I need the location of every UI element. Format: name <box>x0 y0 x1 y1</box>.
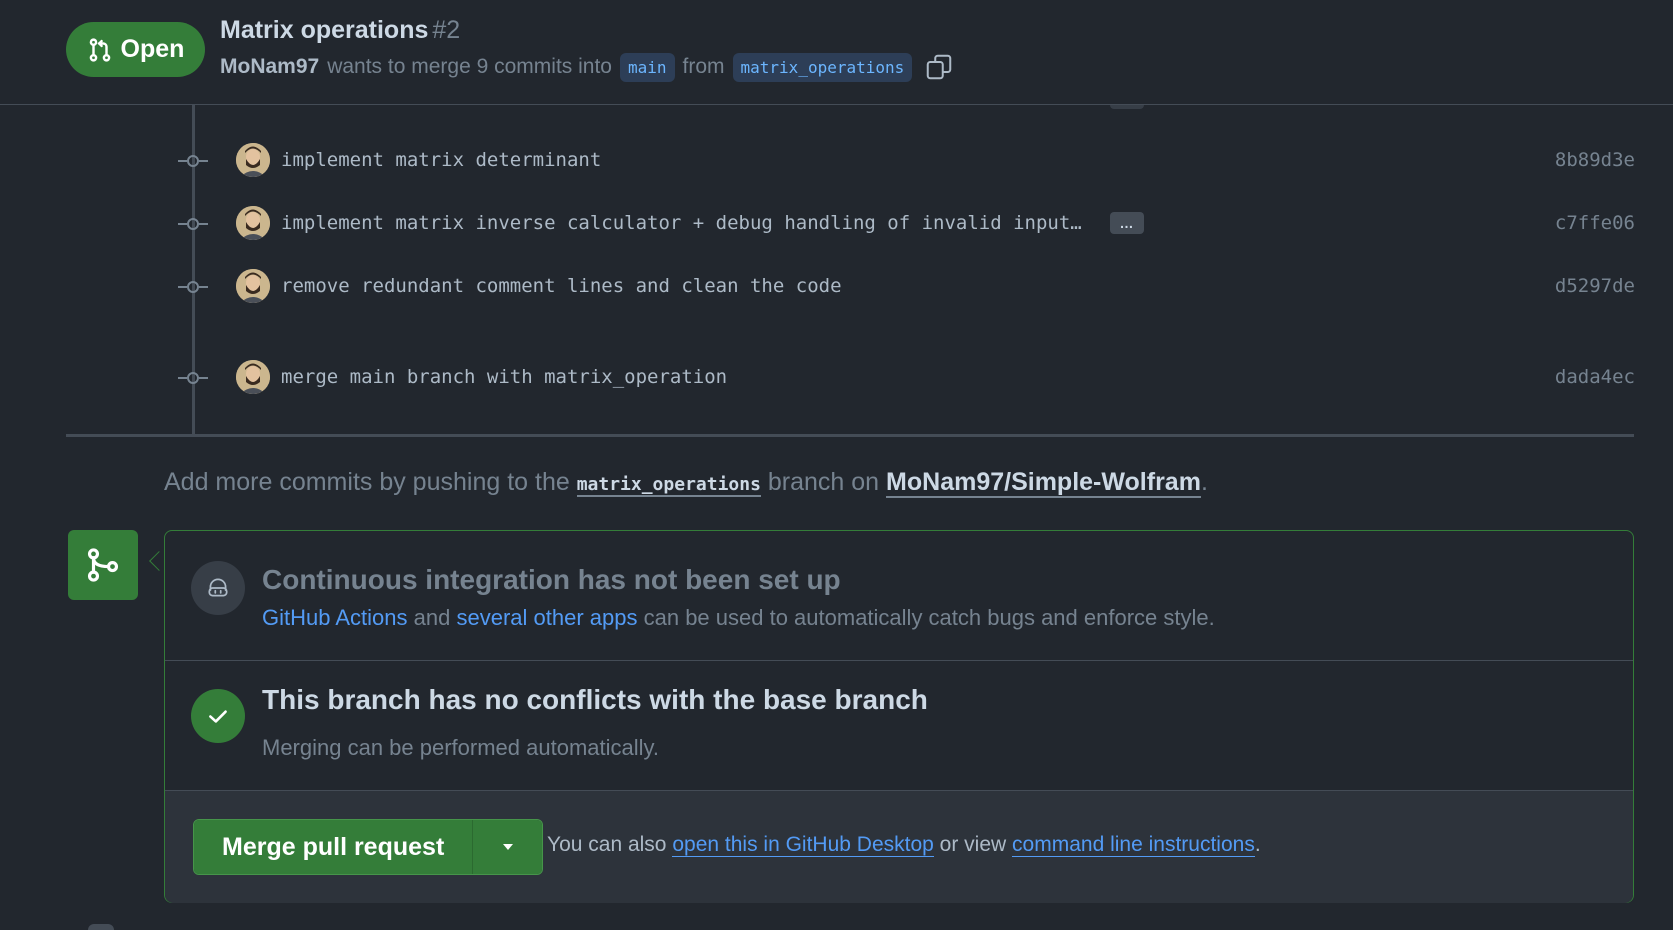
commits-divider <box>66 434 1634 437</box>
ci-section: Continuous integration has not been set … <box>165 531 1633 661</box>
avatar[interactable] <box>236 143 270 177</box>
conflicts-status-circle <box>191 689 245 743</box>
other-apps-link[interactable]: several other apps <box>456 605 637 630</box>
triangle-down-icon <box>502 844 513 850</box>
ci-status-circle <box>191 561 245 615</box>
git-commit-icon <box>178 155 208 167</box>
push-hint-branch-link[interactable]: matrix_operations <box>576 474 761 497</box>
repo-link[interactable]: MoNam97/Simple-Wolfram <box>886 468 1201 498</box>
git-commit-icon <box>178 281 208 293</box>
base-branch-chip[interactable]: main <box>619 52 675 82</box>
push-hint-prefix: Add more commits by pushing to the <box>164 468 570 496</box>
pr-state-badge: Open <box>66 22 205 77</box>
commits-timeline: implement matrix determinant 8b89d3e imp… <box>0 105 1673 435</box>
git-commit-icon <box>178 372 208 384</box>
conflicts-subtitle: Merging can be performed automatically. <box>262 735 660 760</box>
avatar-image <box>236 206 270 240</box>
partial-ellipsis-button <box>1110 105 1144 109</box>
command-line-instructions-link[interactable]: command line instructions <box>1012 833 1255 857</box>
commit-sha-link[interactable]: dada4ec <box>1555 366 1635 388</box>
pr-sticky-header: Open Matrix operations #2 MoNam97 wants t… <box>0 0 1673 105</box>
avatar-image <box>236 360 270 394</box>
check-icon <box>209 710 227 723</box>
commit-message-link[interactable]: implement matrix inverse calculator + de… <box>281 212 1082 234</box>
git-commit-icon <box>178 218 208 230</box>
expand-commit-message-button[interactable]: … <box>1110 212 1144 234</box>
also-text: You can also open this in GitHub Desktop… <box>547 833 1261 857</box>
commit-row: implement matrix inverse calculator + de… <box>0 204 1673 244</box>
push-hint-suffix: . <box>1200 468 1208 496</box>
commit-row: remove redundant comment lines and clean… <box>0 267 1673 307</box>
pr-state-label: Open <box>120 35 185 63</box>
conflicts-heading: This branch has no conflicts with the ba… <box>262 684 928 715</box>
merge-pull-request-button[interactable]: Merge pull request <box>194 820 473 874</box>
avatar <box>88 924 114 930</box>
commit-row: merge main branch with matrix_operation … <box>0 358 1673 398</box>
pr-number: #2 <box>432 16 461 44</box>
commit-row: implement matrix determinant 8b89d3e <box>0 141 1673 181</box>
also-suffix: . <box>1254 833 1261 856</box>
also-prefix: You can also <box>547 833 667 856</box>
conflicts-section: This branch has no conflicts with the ba… <box>165 661 1633 791</box>
copy-icon[interactable] <box>924 52 954 82</box>
avatar-image <box>236 269 270 303</box>
push-hint-middle: branch on <box>767 468 880 496</box>
commit-message-link[interactable]: implement matrix determinant <box>281 149 601 171</box>
pr-meta-text: wants to merge 9 commits into <box>327 55 612 78</box>
ci-heading: Continuous integration has not been set … <box>262 564 841 595</box>
git-merge-icon <box>87 548 119 582</box>
commit-message-link[interactable]: remove redundant comment lines and clean… <box>281 275 842 297</box>
commit-sha-link[interactable]: d5297de <box>1555 275 1635 297</box>
avatar[interactable] <box>236 206 270 240</box>
merge-button-group: Merge pull request <box>193 819 544 875</box>
merge-actions-section: Merge pull request You can also open thi… <box>165 791 1633 903</box>
github-desktop-link[interactable]: open this in GitHub Desktop <box>672 833 934 857</box>
ci-rest-text: can be used to automatically catch bugs … <box>643 605 1215 630</box>
commit-message-link[interactable]: merge main branch with matrix_operation <box>281 366 727 388</box>
pr-title-text: Matrix operations <box>220 16 429 44</box>
push-hint: Add more commits by pushing to the matri… <box>164 468 1208 498</box>
commit-sha-link[interactable]: 8b89d3e <box>1555 149 1635 171</box>
pr-title: Matrix operations #2 <box>220 16 460 45</box>
ci-description: GitHub Actions and several other apps ca… <box>262 605 1215 631</box>
merge-method-dropdown-button[interactable] <box>472 820 543 874</box>
avatar[interactable] <box>236 269 270 303</box>
commit-sha-link[interactable]: c7ffe06 <box>1555 212 1635 234</box>
robot-icon <box>208 578 228 597</box>
avatar[interactable] <box>236 360 270 394</box>
avatar-image <box>236 143 270 177</box>
github-actions-link[interactable]: GitHub Actions <box>262 605 408 630</box>
head-branch-chip[interactable]: matrix_operations <box>732 52 913 82</box>
git-pull-request-icon <box>89 37 110 62</box>
merge-box: Continuous integration has not been set … <box>164 530 1634 903</box>
pr-meta: MoNam97 wants to merge 9 commits into ma… <box>220 52 954 82</box>
git-merge-status-icon <box>68 530 138 600</box>
or-view-text: or view <box>939 833 1007 856</box>
pr-from-text: from <box>682 55 725 78</box>
pr-author-link[interactable]: MoNam97 <box>220 55 319 79</box>
ci-and-text: and <box>413 605 451 630</box>
